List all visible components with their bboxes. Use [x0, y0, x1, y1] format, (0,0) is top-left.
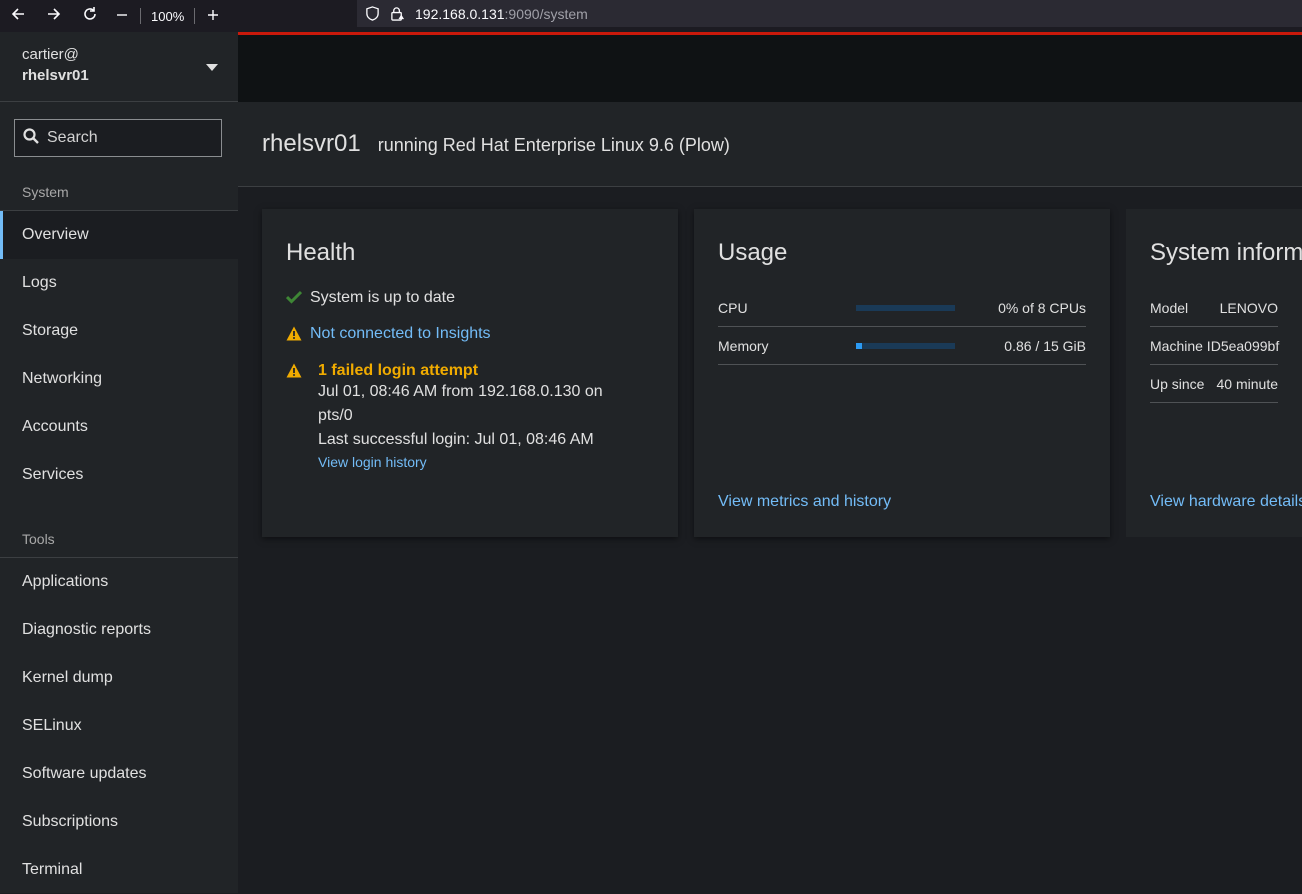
- host-name: rhelsvr01: [22, 67, 89, 84]
- view-hardware-details-link[interactable]: View hardware details: [1150, 493, 1302, 511]
- overview-cards: Health System is up to date Not connecte…: [262, 209, 1302, 537]
- failed-login-block: 1 failed login attempt Jul 01, 08:46 AM …: [318, 362, 628, 470]
- info-key: Model: [1150, 299, 1189, 316]
- sidebar-item-logs[interactable]: Logs: [0, 259, 238, 307]
- url-path: :9090/system: [504, 5, 588, 22]
- health-insights-status: Not connected to Insights: [286, 325, 654, 346]
- cpu-value: 0% of 8 CPUs: [998, 299, 1086, 316]
- memory-value: 0.86 / 15 GiB: [1004, 337, 1086, 354]
- forward-button[interactable]: [36, 0, 72, 32]
- info-value: 40 minute: [1216, 375, 1278, 392]
- reload-icon: [82, 6, 98, 27]
- health-failed-login: 1 failed login attempt Jul 01, 08:46 AM …: [286, 362, 654, 470]
- sidebar-item-overview[interactable]: Overview: [0, 211, 238, 259]
- search-box[interactable]: [14, 119, 222, 157]
- usage-row-memory: Memory 0.86 / 15 GiB: [718, 327, 1086, 365]
- cpu-label: CPU: [718, 299, 748, 316]
- sidebar-item-services[interactable]: Services: [0, 451, 238, 499]
- browser-toolbar: 100% 192.168.0.131:9090/system: [0, 0, 1302, 32]
- host-user: cartier@: [22, 46, 79, 63]
- health-update-status: System is up to date: [285, 289, 654, 309]
- last-successful-login: Last successful login: Jul 01, 08:46 AM: [318, 431, 594, 448]
- info-key: Up since: [1150, 375, 1205, 392]
- toolbar-separator: [140, 8, 141, 24]
- zoom-in-button[interactable]: [199, 0, 227, 32]
- sidebar-item-diagnostic-reports[interactable]: Diagnostic reports: [0, 606, 238, 654]
- sidebar-item-applications[interactable]: Applications: [0, 558, 238, 606]
- search-icon: [23, 127, 47, 149]
- lock-warning-icon: [390, 6, 405, 21]
- info-key: Machine ID: [1150, 337, 1221, 354]
- tools-nav: Applications Diagnostic reports Kernel d…: [0, 558, 238, 894]
- health-title: Health: [286, 239, 356, 266]
- sidebar: cartier@ rhelsvr01 System Overview Logs …: [0, 32, 238, 893]
- usage-card: Usage CPU 0% of 8 CPUs Memory 0.86 / 15 …: [694, 209, 1110, 537]
- minus-icon: [116, 6, 128, 26]
- up-to-date-text: System is up to date: [310, 289, 455, 306]
- sidebar-item-storage[interactable]: Storage: [0, 307, 238, 355]
- memory-progress-fill: [856, 342, 862, 349]
- warning-icon: [286, 363, 318, 383]
- sidebar-item-terminal[interactable]: Terminal: [0, 846, 238, 894]
- info-value: LENOVO: [1219, 299, 1278, 316]
- caret-down-icon: [206, 64, 218, 71]
- masthead: [238, 32, 1302, 102]
- view-metrics-link[interactable]: View metrics and history: [718, 493, 891, 511]
- warning-icon: [286, 326, 310, 346]
- sidebar-item-kernel-dump[interactable]: Kernel dump: [0, 654, 238, 702]
- cpu-progress-bar: [856, 304, 955, 311]
- system-nav: Overview Logs Storage Networking Account…: [0, 211, 238, 499]
- page-header: rhelsvr01 running Red Hat Enterprise Lin…: [238, 102, 1302, 187]
- sidebar-item-accounts[interactable]: Accounts: [0, 403, 238, 451]
- usage-row-cpu: CPU 0% of 8 CPUs: [718, 289, 1086, 327]
- info-value: 5ea099bf: [1220, 337, 1280, 354]
- page-title: rhelsvr01: [262, 130, 361, 157]
- toolbar-separator: [194, 8, 196, 24]
- sidebar-item-networking[interactable]: Networking: [0, 355, 238, 403]
- sidebar-item-software-updates[interactable]: Software updates: [0, 750, 238, 798]
- plus-icon: [207, 6, 219, 26]
- url-bar[interactable]: 192.168.0.131:9090/system: [357, 0, 1302, 27]
- system-info-row: Model LENOVO: [1150, 289, 1278, 327]
- section-label-tools: Tools: [0, 499, 238, 558]
- arrow-left-icon: [10, 6, 26, 27]
- insights-link[interactable]: Not connected to Insights: [310, 325, 491, 343]
- usage-title: Usage: [718, 239, 788, 266]
- memory-label: Memory: [718, 337, 769, 354]
- main-content: rhelsvr01 running Red Hat Enterprise Lin…: [238, 32, 1302, 893]
- failed-login-detail: Jul 01, 08:46 AM from 192.168.0.130 on p…: [318, 383, 603, 424]
- view-login-history-link[interactable]: View login history: [318, 454, 628, 470]
- reload-button[interactable]: [72, 0, 108, 32]
- arrow-right-icon: [46, 6, 62, 27]
- sidebar-item-subscriptions[interactable]: Subscriptions: [0, 798, 238, 846]
- check-icon: [285, 290, 310, 309]
- host-switcher[interactable]: cartier@ rhelsvr01: [0, 32, 238, 102]
- zoom-out-button[interactable]: [108, 0, 136, 32]
- back-button[interactable]: [0, 0, 36, 32]
- search-input[interactable]: [47, 129, 207, 147]
- page-subtitle: running Red Hat Enterprise Linux 9.6 (Pl…: [377, 135, 730, 155]
- sidebar-item-selinux[interactable]: SELinux: [0, 702, 238, 750]
- system-info-card: System inform Model LENOVO Machine ID 5e…: [1126, 209, 1302, 537]
- system-info-row: Machine ID 5ea099bf: [1150, 327, 1280, 365]
- shield-icon: [365, 6, 380, 21]
- section-label-system: System: [0, 157, 238, 211]
- system-info-title: System inform: [1150, 239, 1302, 266]
- memory-progress-bar: [856, 342, 955, 349]
- health-card: Health System is up to date Not connecte…: [262, 209, 678, 537]
- failed-login-title: 1 failed login attempt: [318, 362, 479, 379]
- zoom-level[interactable]: 100%: [145, 9, 190, 24]
- url-host: 192.168.0.131: [415, 5, 505, 22]
- system-info-row: Up since 40 minute: [1150, 365, 1278, 403]
